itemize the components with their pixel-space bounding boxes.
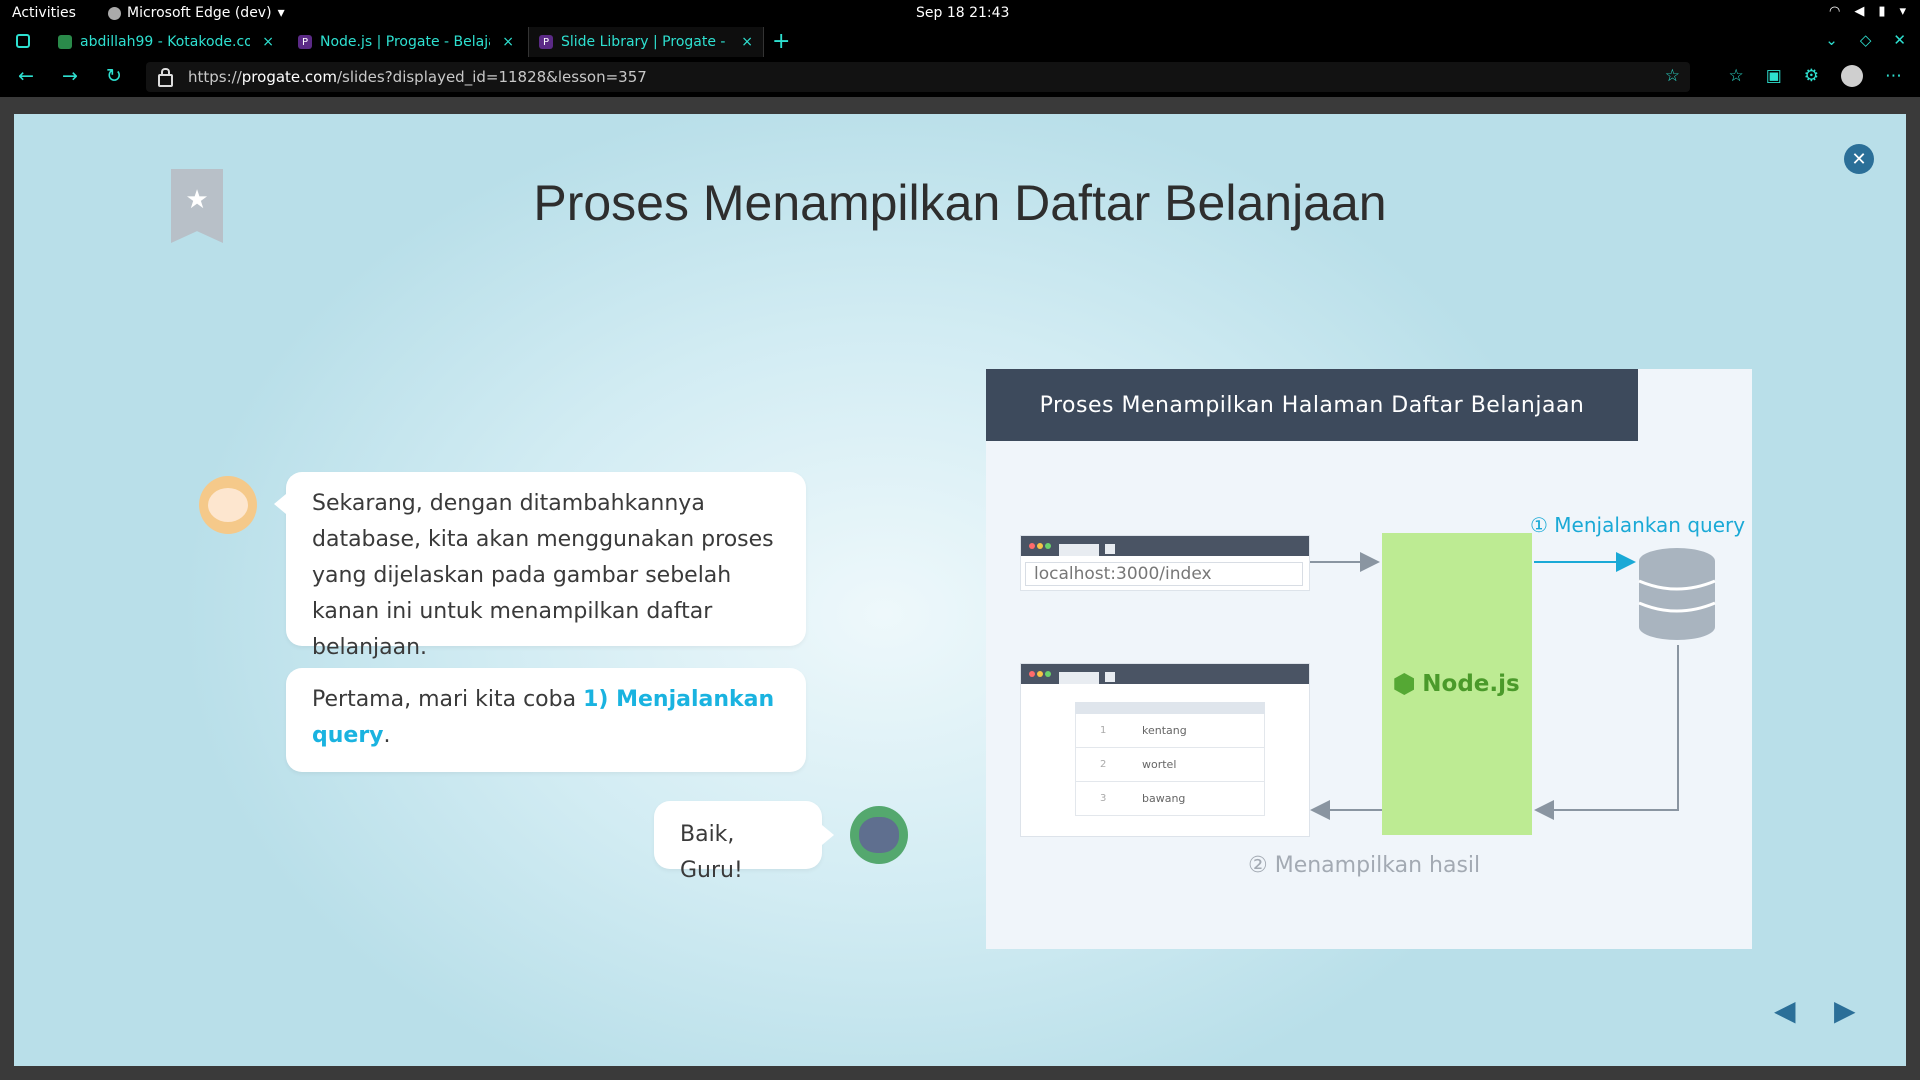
tab-kotakode[interactable]: abdillah99 - Kotakode.com × [48,27,284,57]
bubble-text-end: . [383,723,391,748]
tab-title: Slide Library | Progate - Belajar [561,34,731,50]
speech-bubble-teacher-2: Pertama, mari kita coba 1) Menjalankan q… [286,668,806,772]
new-tab-icon[interactable]: + [772,29,790,54]
tab-actions-icon[interactable] [16,34,30,48]
edge-icon [108,6,121,20]
favorites-icon[interactable]: ☆ [1728,66,1743,86]
refresh-icon[interactable]: ↻ [106,65,122,87]
volume-icon: ◀ [1854,4,1865,19]
teacher-sheep-avatar [199,476,257,534]
tab-title: Node.js | Progate - Belajar [320,34,490,50]
diagram-arrows [1310,552,1679,820]
bubble-text: Pertama, mari kita coba [312,687,584,712]
address-bar[interactable]: https://progate.com/slides?displayed_id=… [146,62,1690,92]
previous-slide-icon[interactable]: ◀ [1774,994,1796,1027]
process-diagram: Proses Menampilkan Halaman Daftar Belanj… [986,369,1752,949]
activities-button[interactable]: Activities [12,5,76,21]
wifi-icon: ◠ [1828,4,1841,19]
close-slide-button[interactable]: ✕ [1844,144,1874,174]
app-menu-label: Microsoft Edge (dev) [127,5,272,21]
arrow-db-return [1534,645,1679,820]
caret-down-icon: ▾ [277,5,285,21]
kotakode-favicon-icon [58,35,72,49]
battery-icon: ▮ [1878,4,1886,19]
navigation-bar: ← → ↻ https://progate.com/slides?display… [0,57,1920,97]
close-tab-icon[interactable]: × [502,34,514,50]
slide-modal: ✕ ★ Proses Menampilkan Daftar Belanjaan … [14,114,1906,1066]
tab-slide-library[interactable]: P Slide Library | Progate - Belajar × [528,27,764,57]
lock-icon[interactable] [158,68,173,87]
close-window-icon[interactable]: ✕ [1893,31,1906,49]
extensions-icon[interactable]: ⚙ [1804,66,1819,86]
progate-favicon-icon: P [539,35,553,49]
collections-icon[interactable]: ▣ [1766,66,1782,86]
toolbar-icons: ☆ ▣ ⚙ ⋯ [1728,65,1902,87]
add-favorite-icon[interactable]: ☆ [1665,66,1680,86]
url-text[interactable]: https://progate.com/slides?displayed_id=… [188,68,647,86]
system-top-bar: Activities Microsoft Edge (dev) ▾ Sep 18… [0,0,1920,27]
minimize-icon[interactable]: ◇ [1860,31,1872,49]
tab-search-icon[interactable]: ⌄ [1825,31,1838,49]
window-controls: ⌄ ◇ ✕ [1825,31,1906,49]
back-icon[interactable]: ← [18,65,34,87]
close-icon: ✕ [1851,148,1867,170]
tab-title: abdillah99 - Kotakode.com [80,34,250,50]
tab-strip: abdillah99 - Kotakode.com × P Node.js | … [0,27,1920,57]
slide-title: Proses Menampilkan Daftar Belanjaan [533,175,1387,231]
tab-nodejs-progate[interactable]: P Node.js | Progate - Belajar × [288,27,524,57]
app-menu[interactable]: Microsoft Edge (dev) ▾ [108,5,285,21]
next-slide-icon[interactable]: ▶ [1834,994,1856,1027]
clock[interactable]: Sep 18 21:43 [916,5,1009,21]
speech-bubble-teacher-1: Sekarang, dengan ditambahkannya database… [274,472,806,660]
progate-favicon-icon: P [298,35,312,49]
student-ninja-avatar [850,806,908,864]
more-menu-icon[interactable]: ⋯ [1885,66,1902,86]
profile-avatar-icon[interactable] [1841,65,1863,87]
forward-icon[interactable]: → [62,65,78,87]
close-tab-icon[interactable]: × [262,34,274,50]
system-tray[interactable]: ◠ ◀ ▮ ▾ [1829,4,1906,19]
close-tab-icon[interactable]: × [741,34,753,50]
speech-bubble-student: Baik, Guru! [654,801,834,883]
power-menu-icon: ▾ [1899,4,1906,19]
